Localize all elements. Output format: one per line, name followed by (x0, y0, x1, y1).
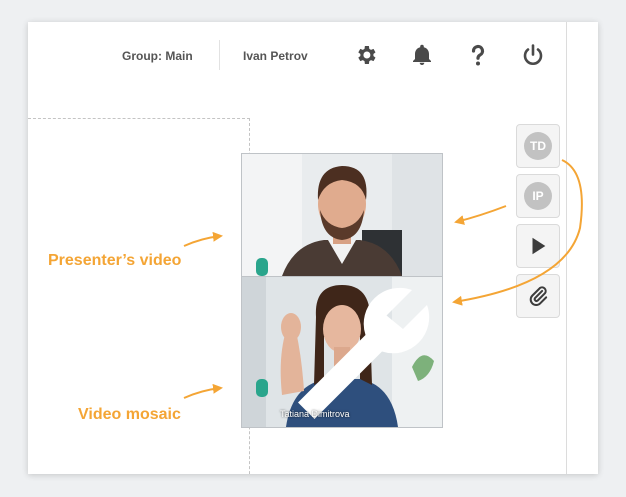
play-icon (532, 237, 546, 255)
right-divider (566, 22, 567, 474)
wrench-icon (298, 287, 430, 419)
user-name[interactable]: Ivan Petrov (243, 49, 308, 63)
help-button[interactable] (465, 42, 491, 68)
logout-button[interactable] (520, 42, 546, 68)
presenter-video-label: Presenter’s video (48, 252, 182, 269)
attach-button[interactable] (516, 274, 560, 318)
mosaic-video[interactable]: Tatiana Dimitrova (241, 276, 443, 428)
play-button[interactable] (516, 224, 560, 268)
conference-window: Group: Main Ivan Petrov Tatiana Dimitrov… (28, 22, 598, 474)
question-icon (471, 44, 485, 66)
power-icon (523, 44, 543, 65)
header-separator (219, 40, 220, 70)
notifications-button[interactable] (409, 42, 435, 68)
presenter-video-image (242, 154, 442, 276)
avatar: IP (524, 182, 552, 210)
paperclip-icon (529, 286, 548, 307)
video-mosaic-label: Video mosaic (78, 406, 181, 423)
avatar: TD (524, 132, 552, 160)
gear-icon (358, 46, 376, 64)
settings-button[interactable] (353, 42, 379, 68)
participant-td-button[interactable]: TD (516, 124, 560, 168)
bell-icon (413, 44, 431, 65)
group-label[interactable]: Group: Main (122, 49, 193, 63)
presenter-video[interactable] (241, 153, 443, 277)
participant-ip-button[interactable]: IP (516, 174, 560, 218)
participant-name: Tatiana Dimitrova (280, 409, 350, 419)
